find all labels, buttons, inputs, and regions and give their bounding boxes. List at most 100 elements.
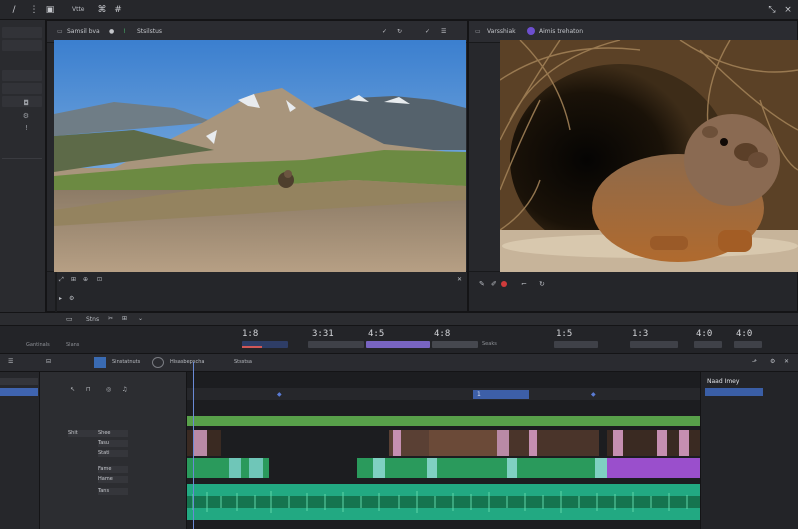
loop-icon[interactable]: ↻ bbox=[397, 28, 402, 35]
cut-icon[interactable]: ✂ bbox=[108, 315, 113, 322]
eye-icon[interactable]: ◎ bbox=[106, 386, 111, 393]
panel-selection[interactable] bbox=[705, 388, 763, 396]
audio-track[interactable] bbox=[187, 484, 700, 520]
audio-track-toggle[interactable] bbox=[152, 357, 164, 368]
clip-thumbnail[interactable] bbox=[679, 430, 689, 456]
clip-thumbnail[interactable] bbox=[529, 430, 537, 456]
mark-icon[interactable]: ⌐ bbox=[521, 280, 527, 288]
track-name[interactable]: Shit bbox=[68, 430, 98, 437]
track-name[interactable]: Hame bbox=[98, 476, 128, 483]
folder-icon[interactable]: ▭ bbox=[57, 28, 63, 35]
side-row[interactable] bbox=[2, 83, 42, 94]
gear-icon: ⚙ bbox=[22, 112, 29, 120]
menu-icon[interactable]: ☰ bbox=[441, 28, 446, 35]
video-clip-highlight[interactable] bbox=[373, 458, 385, 478]
track-name[interactable]: Shee bbox=[98, 430, 128, 437]
video-clip[interactable] bbox=[357, 458, 607, 478]
side-row[interactable] bbox=[2, 40, 42, 51]
playhead[interactable] bbox=[193, 362, 194, 529]
grid-icon[interactable]: # bbox=[112, 4, 124, 16]
shield-icon[interactable] bbox=[527, 27, 535, 35]
clip-thumbnail[interactable] bbox=[193, 430, 207, 456]
timeline-tab[interactable]: Hisasbepscha bbox=[170, 359, 204, 365]
settings-icon[interactable]: ⚙ bbox=[770, 358, 775, 365]
expand-icon[interactable]: ⌄ bbox=[138, 315, 143, 322]
folder-icon[interactable]: ▭ bbox=[66, 315, 73, 323]
arrow-icon[interactable]: ⬏ bbox=[752, 358, 757, 365]
window-icon[interactable]: ▣ bbox=[44, 4, 56, 16]
menu-icon[interactable]: ☰ bbox=[8, 358, 13, 365]
edit-icon[interactable]: ✎ bbox=[479, 280, 485, 288]
scrollbar-track[interactable] bbox=[55, 272, 57, 312]
clip-thumbnail[interactable] bbox=[613, 430, 623, 456]
play-icon[interactable]: ▸ bbox=[59, 295, 62, 302]
cursor-icon[interactable]: ↖ bbox=[70, 386, 75, 393]
timeline-ruler[interactable] bbox=[187, 388, 700, 400]
metric-bar[interactable] bbox=[630, 341, 678, 348]
marker-icon[interactable]: ◆ bbox=[591, 391, 596, 398]
clip-thumbnail[interactable] bbox=[429, 430, 497, 456]
marker-icon[interactable]: ◆ bbox=[277, 391, 282, 398]
link-icon[interactable]: ⊞ bbox=[122, 315, 127, 322]
video-track-toggle[interactable] bbox=[94, 357, 106, 368]
track-name[interactable]: Fame bbox=[98, 466, 128, 473]
settings-icon[interactable]: ⚙ bbox=[69, 295, 74, 302]
layer-row[interactable] bbox=[0, 378, 38, 385]
crop-icon[interactable]: ⊡ bbox=[97, 276, 102, 283]
side-row[interactable] bbox=[2, 27, 42, 38]
timeline-tab[interactable]: Stsstsa bbox=[234, 359, 252, 365]
metric-bar[interactable] bbox=[554, 341, 598, 348]
pen-icon[interactable]: ✐ bbox=[491, 280, 497, 288]
track-name[interactable]: Tasu bbox=[98, 440, 128, 447]
timeline-tab[interactable]: Sinstatnuts bbox=[112, 359, 140, 365]
more-icon[interactable]: ⋮ bbox=[28, 4, 40, 16]
region-marker[interactable] bbox=[473, 390, 529, 399]
audio-icon[interactable]: ♫ bbox=[122, 386, 127, 393]
title-track[interactable] bbox=[187, 416, 700, 426]
close-icon[interactable]: ✕ bbox=[784, 358, 789, 365]
metric-value: 4:0 bbox=[696, 329, 713, 339]
pin-icon[interactable]: ● bbox=[109, 28, 114, 35]
side-row[interactable] bbox=[2, 96, 42, 107]
side-row[interactable] bbox=[2, 70, 42, 81]
maximize-icon[interactable]: ⤡ bbox=[766, 4, 778, 16]
video-clip-highlight[interactable] bbox=[507, 458, 517, 478]
check-icon[interactable]: ✓ bbox=[425, 28, 430, 35]
timeline-canvas[interactable]: ◆ 1 ◆ bbox=[187, 372, 700, 529]
pin-icon[interactable]: ⌘ bbox=[96, 4, 108, 16]
video-clip-highlight[interactable] bbox=[427, 458, 437, 478]
top-bar: / ⋮ ▣ Vtte ⌘ # ⤡ × bbox=[0, 0, 798, 20]
tab-label[interactable]: Stsilstus bbox=[137, 28, 162, 35]
purple-clip[interactable] bbox=[607, 458, 700, 478]
track-icon[interactable]: ⊟ bbox=[46, 358, 51, 365]
metric-bar[interactable] bbox=[734, 341, 762, 348]
close-icon[interactable]: × bbox=[782, 4, 794, 16]
video-clip-highlight[interactable] bbox=[595, 458, 607, 478]
fit-icon[interactable]: ⤢ bbox=[59, 276, 64, 284]
menu-item[interactable]: Vtte bbox=[72, 6, 85, 13]
track-name[interactable]: Stati bbox=[98, 450, 128, 457]
right-viewer-controls: ✎ ✐ ⌐ ↻ bbox=[469, 271, 797, 311]
slash-icon[interactable]: / bbox=[8, 4, 20, 16]
folder-icon[interactable]: ▭ bbox=[475, 28, 481, 35]
loop-icon[interactable]: ↻ bbox=[539, 280, 545, 288]
track-name[interactable]: Tans bbox=[98, 488, 128, 495]
edit-icon[interactable]: ✓ bbox=[382, 28, 387, 35]
record-icon[interactable] bbox=[501, 281, 507, 287]
clip-thumbnail[interactable] bbox=[509, 430, 599, 456]
metric-bar[interactable] bbox=[694, 341, 722, 348]
settings-icon[interactable]: ✕ bbox=[457, 276, 462, 283]
video-clip-highlight[interactable] bbox=[249, 458, 263, 478]
layer-row-selected[interactable] bbox=[0, 388, 38, 396]
grid-icon[interactable]: ⊞ bbox=[71, 276, 76, 283]
clip-thumbnail[interactable] bbox=[657, 430, 667, 456]
video-clip-highlight[interactable] bbox=[229, 458, 241, 478]
zoom-icon[interactable]: ⊕ bbox=[83, 276, 88, 283]
metric-bar[interactable] bbox=[308, 341, 364, 348]
clip-thumbnail[interactable] bbox=[497, 430, 509, 456]
chart-icon[interactable]: ⌇ bbox=[123, 28, 126, 35]
lock-icon[interactable]: ⊓ bbox=[86, 386, 91, 393]
clip-thumbnail[interactable] bbox=[393, 430, 401, 456]
metric-bar[interactable] bbox=[366, 341, 430, 348]
metric-bar[interactable] bbox=[432, 341, 478, 348]
